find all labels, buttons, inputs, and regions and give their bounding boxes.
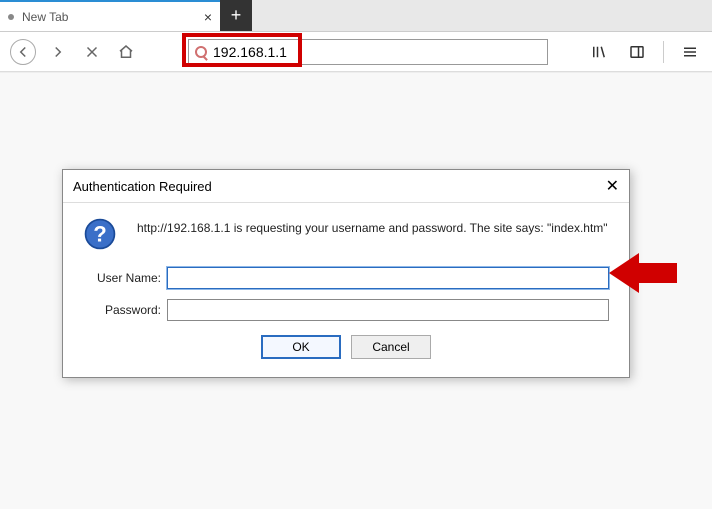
address-input[interactable] — [213, 44, 541, 60]
home-icon — [117, 43, 135, 61]
sidebar-icon — [628, 43, 646, 61]
search-icon — [195, 46, 207, 58]
library-button[interactable] — [587, 40, 611, 64]
menu-button[interactable] — [678, 40, 702, 64]
back-button[interactable] — [10, 39, 36, 65]
dialog-title: Authentication Required — [73, 179, 212, 194]
tab-strip: New Tab × + — [0, 0, 712, 32]
toolbar-divider — [663, 41, 664, 63]
dialog-message: http://192.168.1.1 is requesting your us… — [137, 217, 608, 235]
tab-loading-dot — [8, 14, 14, 20]
tab-close-icon[interactable]: × — [204, 9, 212, 25]
toolbar — [0, 32, 712, 72]
close-icon — [83, 43, 101, 61]
arrow-left-icon — [14, 43, 32, 61]
forward-button[interactable] — [46, 40, 70, 64]
question-icon: ? — [83, 217, 117, 251]
dialog-close-button[interactable]: ✕ — [606, 176, 619, 196]
home-button[interactable] — [114, 40, 138, 64]
cancel-button[interactable]: Cancel — [351, 335, 431, 359]
arrow-right-icon — [49, 43, 67, 61]
sidebar-button[interactable] — [625, 40, 649, 64]
dialog-titlebar: Authentication Required ✕ — [63, 170, 629, 203]
password-label: Password: — [83, 303, 161, 317]
username-label: User Name: — [83, 271, 161, 285]
svg-text:?: ? — [93, 222, 107, 247]
library-icon — [590, 43, 608, 61]
username-input[interactable] — [167, 267, 609, 289]
browser-tab[interactable]: New Tab × — [0, 0, 220, 31]
stop-button[interactable] — [80, 40, 104, 64]
auth-dialog: Authentication Required ✕ ? http://192.1… — [62, 169, 630, 378]
address-bar[interactable] — [188, 39, 548, 65]
ok-button[interactable]: OK — [261, 335, 341, 359]
tab-title: New Tab — [22, 10, 68, 24]
password-input[interactable] — [167, 299, 609, 321]
new-tab-button[interactable]: + — [220, 0, 252, 31]
page-content: Authentication Required ✕ ? http://192.1… — [0, 72, 712, 509]
hamburger-icon — [681, 43, 699, 61]
